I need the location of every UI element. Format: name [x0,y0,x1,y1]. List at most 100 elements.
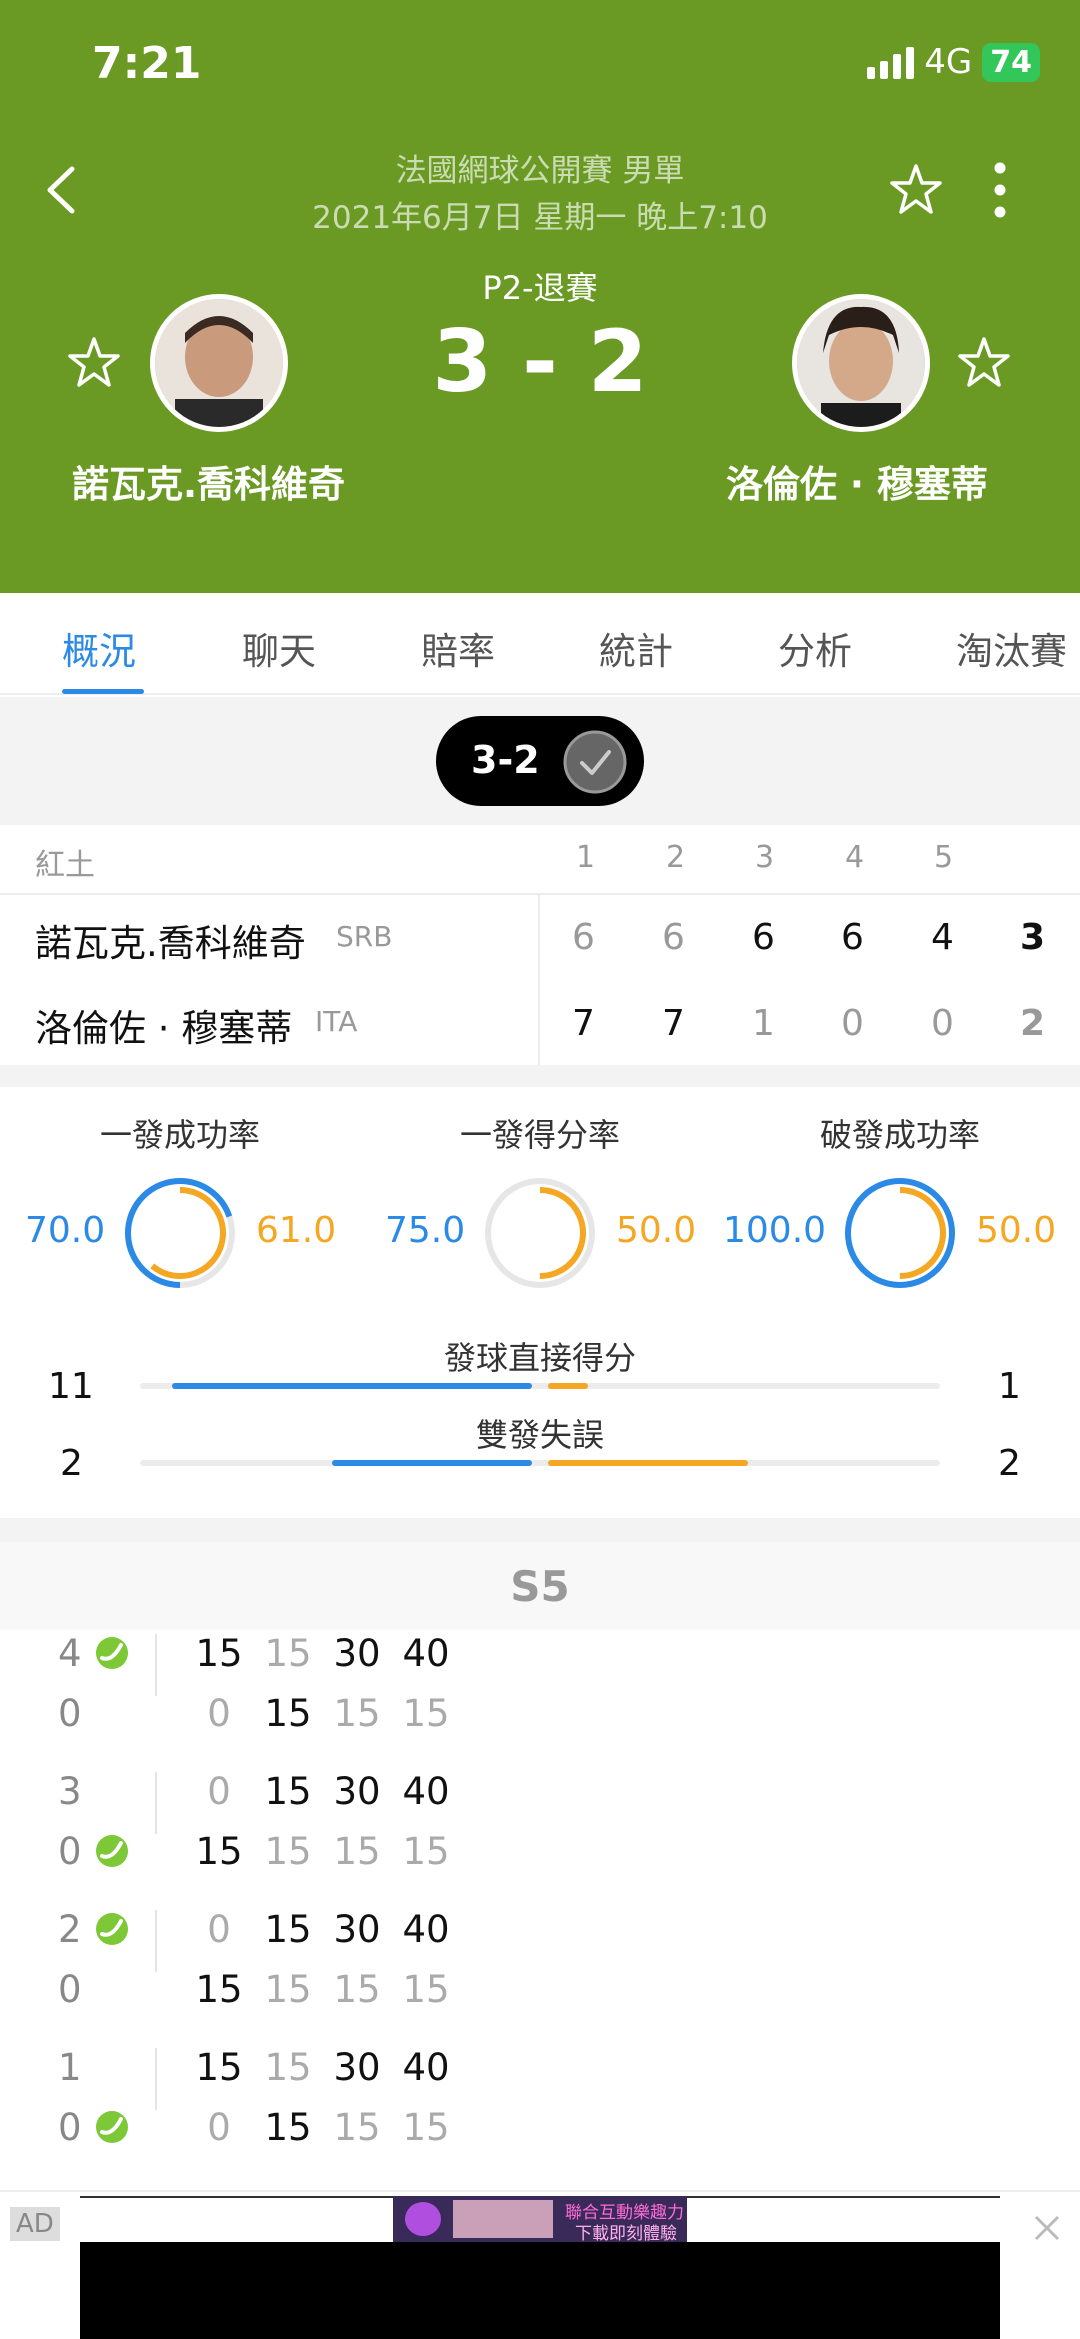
game-top-point: 15 [264,1908,312,1951]
row2-total: 2 [1020,1003,1046,1044]
section-gap [0,1518,1080,1542]
tab-analysis[interactable]: 分析 [778,621,852,675]
game-top-point: 40 [402,1632,450,1675]
match-datetime: 2021年6月7日 星期一 晚上7:10 [312,200,768,236]
tab-knockout[interactable]: 淘汰賽 [956,621,1067,675]
player1-favorite-star-icon[interactable] [66,335,122,391]
tab-chat[interactable]: 聊天 [242,621,316,675]
tab-overview[interactable]: 概況 [62,621,136,675]
game-row: 4 0 15 0 15 15 30 15 40 15 [0,1632,1080,1762]
game-top-point: 15 [264,1770,312,1813]
set-header-4: 4 [845,840,865,875]
match-status: P2-退賽 [482,269,598,307]
row1-set5: 4 [931,917,954,958]
game-row: 1 0 15 0 15 15 30 15 40 15 [0,2046,1080,2176]
close-ad-icon[interactable] [1033,2214,1061,2242]
game-top-point: 15 [264,1632,312,1675]
section-gap [0,1065,1080,1087]
stat2-ring-chart [485,1178,595,1288]
row1-set2: 6 [662,917,685,958]
game-top-score: 3 [58,1770,82,1813]
divider [0,2190,1080,2192]
double-faults-left-value: 2 [60,1443,83,1484]
ad-image-strip[interactable]: 聯合互動樂趣力 下載即刻體驗 [393,2196,687,2244]
tab-bar: 概況 聊天 賠率 統計 分析 淘汰賽 [0,593,1080,695]
serve-ball-icon [96,1913,128,1945]
check-icon [563,730,627,794]
double-faults-bar-track [140,1460,940,1466]
stat3-left-value: 100.0 [723,1210,827,1251]
player1-name[interactable]: 諾瓦克.喬科維奇 [72,454,345,508]
surface-label: 紅土 [35,848,95,883]
game-bottom-point: 15 [333,1968,381,2011]
game-top-point: 0 [207,1770,231,1813]
status-time: 7:21 [92,38,202,89]
game-bottom-point: 15 [333,1830,381,1873]
stat3-ring-chart [845,1178,955,1288]
divider [155,1634,157,1696]
filter-score: 3-2 [471,738,540,782]
row1-set4: 6 [841,917,864,958]
game-bottom-point: 15 [264,1830,312,1873]
divider [155,2048,157,2110]
game-top-point: 30 [333,1632,381,1675]
tab-stats[interactable]: 統計 [599,621,673,675]
player2-avatar[interactable] [792,294,930,432]
game-bottom-score: 0 [58,2106,82,2149]
game-bottom-score: 0 [58,1968,82,2011]
game-top-point: 30 [333,2046,381,2089]
row1-set1: 6 [572,917,595,958]
game-bottom-point: 15 [333,2106,381,2149]
ad-video[interactable] [80,2242,1000,2339]
double-faults-right-value: 2 [998,1443,1021,1484]
player1-avatar[interactable] [150,294,288,432]
game-bottom-point: 0 [207,2106,231,2149]
game-bottom-point: 15 [264,1692,312,1735]
row1-set3: 6 [752,917,775,958]
game-top-point: 30 [333,1770,381,1813]
ad-photo [453,2200,553,2238]
game-top-point: 40 [402,2046,450,2089]
set-header-2: 2 [666,840,686,875]
game-bottom-point: 15 [402,1968,450,2011]
game-bottom-point: 15 [195,1968,243,2011]
row2-set3: 1 [752,1003,775,1044]
ad-text-line2: 下載即刻體驗 [575,2224,677,2244]
aces-left-value: 11 [48,1366,94,1407]
game-bottom-point: 15 [402,2106,450,2149]
player2-favorite-star-icon[interactable] [956,335,1012,391]
set-score-filter[interactable]: 3-2 [436,716,644,806]
player2-name[interactable]: 洛倫佐 · 穆塞蒂 [726,454,988,508]
game-bottom-point: 15 [264,2106,312,2149]
serve-ball-icon [96,2111,128,2143]
game-top-point: 40 [402,1908,450,1951]
stat-first-serve-points-label: 一發得分率 [459,1116,620,1154]
stat1-ring-chart [125,1178,235,1288]
set-header-1: 1 [576,840,596,875]
stat-first-serve-label: 一發成功率 [99,1116,260,1154]
divider [0,893,1080,895]
tab-odds[interactable]: 賠率 [421,621,495,675]
divider [155,1772,157,1834]
row2-set5: 0 [931,1003,954,1044]
game-top-point: 15 [264,2046,312,2089]
ad-logo-icon [405,2202,441,2236]
row2-set1: 7 [572,1003,595,1044]
status-icons: 4G 74 [867,42,1040,82]
aces-right-bar [548,1383,588,1389]
serve-ball-icon [96,1835,128,1867]
row1-country: SRB [336,920,393,953]
divider [155,1910,157,1972]
ad-banner[interactable]: AD 聯合互動樂趣力 下載即刻體驗 [0,2196,1080,2339]
stat1-right-value: 61.0 [256,1210,337,1251]
row1-player-name: 諾瓦克.喬科維奇 [35,922,306,965]
stat3-right-value: 50.0 [976,1210,1057,1251]
network-label: 4G [924,42,973,82]
match-header: 7:21 4G 74 法國網球公開賽 男單 2021年6月7日 星期一 晚上7:… [0,0,1080,593]
game-bottom-point: 0 [207,1692,231,1735]
row1-total: 3 [1020,917,1046,958]
game-top-point: 40 [402,1770,450,1813]
aces-right-value: 1 [998,1366,1021,1407]
divider [538,895,540,1065]
game-top-point: 30 [333,1908,381,1951]
